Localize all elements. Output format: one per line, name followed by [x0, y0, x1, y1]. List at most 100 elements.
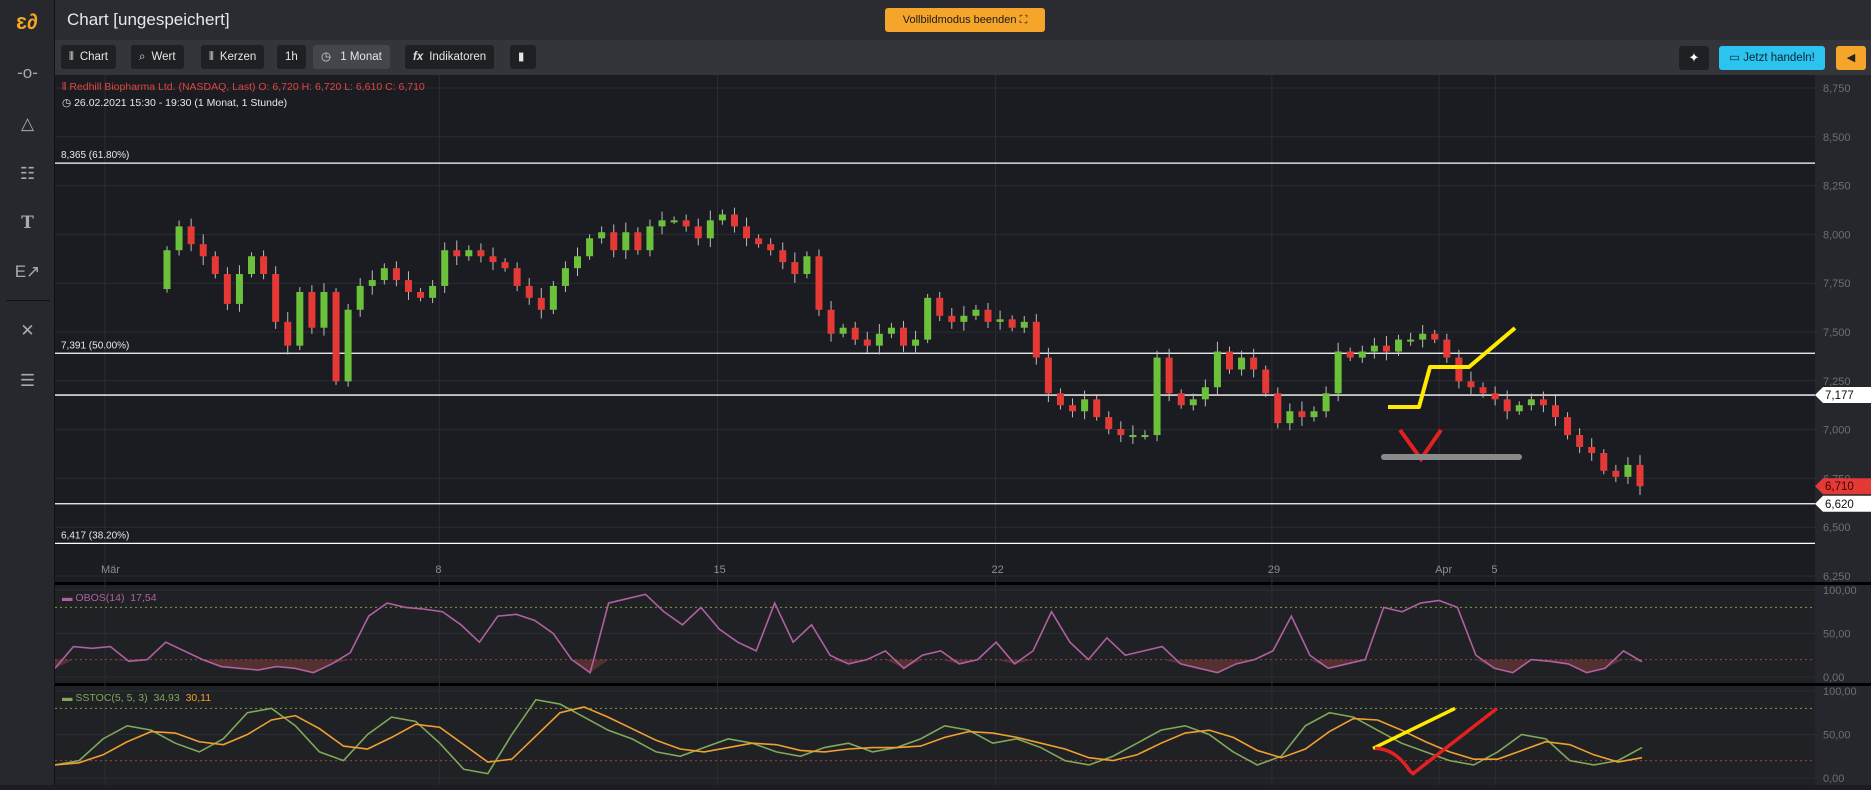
- trade-now-button[interactable]: ▭ Jetzt handeln!: [1719, 46, 1825, 70]
- layout-icon[interactable]: ☰: [0, 366, 55, 396]
- y-tick-label: 7,750: [1823, 278, 1851, 290]
- kerzen-button[interactable]: ⫴ Kerzen: [201, 45, 265, 69]
- panel-separator: [55, 683, 1871, 686]
- annotate-icon[interactable]: E↗: [0, 257, 55, 287]
- candle: [1274, 387, 1282, 429]
- candle-body: [392, 268, 400, 281]
- candle-body: [296, 291, 304, 346]
- wert-label: Wert: [151, 51, 176, 63]
- y-tick-label: 50,00: [1823, 730, 1851, 742]
- x-tick-label: 29: [1268, 564, 1280, 576]
- fib-level-label: 7,391 (50.00%): [61, 340, 129, 351]
- candle-body: [175, 226, 183, 251]
- candle-body: [1225, 351, 1233, 370]
- candle-body: [1564, 417, 1572, 436]
- tools-icon[interactable]: ✕: [0, 316, 55, 346]
- candle: [272, 266, 280, 329]
- candle-body: [779, 250, 787, 263]
- y-tick-label: 8,250: [1823, 181, 1851, 193]
- bookmark-icon: ▮: [518, 51, 525, 63]
- candle: [163, 246, 171, 293]
- candle-body: [429, 285, 437, 298]
- candle-body: [1358, 351, 1366, 358]
- candle-body: [537, 297, 545, 310]
- candle-body: [1056, 393, 1064, 406]
- candle-body: [682, 220, 690, 227]
- obos-value: 17,54: [130, 592, 157, 604]
- candle-body: [1370, 345, 1378, 352]
- sstoc-panel: [55, 686, 1815, 785]
- chart-label: Chart: [79, 51, 108, 63]
- candle-body: [887, 327, 895, 334]
- candle-body: [815, 256, 823, 310]
- fibonacci-icon[interactable]: ☷: [0, 159, 55, 189]
- candle-body: [1479, 387, 1487, 394]
- triangle-icon[interactable]: △: [0, 109, 55, 139]
- chart-button[interactable]: ⫴ Chart: [61, 45, 116, 69]
- y-tick-label: 7,250: [1823, 376, 1851, 388]
- search-icon: ⌕: [139, 51, 146, 63]
- indikatoren-button[interactable]: fx Indikatoren: [405, 45, 495, 69]
- candle-body: [755, 238, 763, 245]
- candle-body: [549, 285, 557, 310]
- candle-body: [1527, 399, 1535, 406]
- obos-title: OBOS(14): [75, 592, 125, 604]
- chart-svg[interactable]: 8,750 8,500 8,250 8,000 7,750 7,500 7,250 7,000…: [54, 75, 1871, 785]
- interval-button[interactable]: 1h: [277, 45, 306, 69]
- candle-body: [404, 280, 412, 292]
- candle: [344, 303, 352, 387]
- candle-body: [489, 256, 497, 263]
- candle-body: [634, 232, 642, 251]
- candle-body: [1177, 393, 1185, 406]
- timestamp-text: 26.02.2021 15:30 - 19:30 (1 Monat, 1 Stu…: [74, 97, 288, 109]
- horizontal-line-icon[interactable]: -o-: [0, 58, 55, 88]
- candle-body: [441, 250, 449, 286]
- candle-body: [912, 339, 920, 346]
- candle: [332, 288, 340, 385]
- bookmark-button[interactable]: ▮: [510, 45, 536, 69]
- candle-body: [1069, 405, 1077, 412]
- candle-body: [1322, 393, 1330, 412]
- candle-body: [1105, 417, 1113, 430]
- chart-area[interactable]: 8,750 8,500 8,250 8,000 7,750 7,500 7,250 7,000…: [54, 75, 1871, 785]
- candle-body: [598, 232, 606, 239]
- wert-button[interactable]: ⌕ Wert: [131, 45, 184, 69]
- magic-icon[interactable]: ✦: [1679, 46, 1709, 70]
- collapse-panel-button[interactable]: ◀: [1836, 46, 1866, 70]
- candle-body: [706, 220, 714, 239]
- candle-body: [260, 256, 268, 275]
- candle-body: [875, 333, 883, 346]
- y-tick-label: 100,00: [1823, 686, 1857, 698]
- sstoc-d-value: 30,11: [185, 692, 212, 704]
- candle-body: [1141, 435, 1149, 438]
- range-button[interactable]: ◷ 1 Monat: [313, 45, 390, 69]
- candle-body: [284, 321, 292, 346]
- candle-body: [308, 291, 316, 328]
- candle-body: [574, 256, 582, 269]
- candle-body: [1165, 357, 1173, 394]
- x-tick-label: Mär: [101, 564, 120, 576]
- candle-body: [1636, 464, 1644, 487]
- candle: [308, 285, 316, 334]
- candle-body: [670, 220, 678, 223]
- candle-icon: ⫴: [69, 51, 74, 63]
- y-tick-label: 0,00: [1823, 672, 1844, 684]
- logo[interactable]: ԑ∂: [8, 8, 46, 36]
- instrument-ohlc: Redhill Biopharma Ltd. (NASDAQ, Last) O:…: [69, 81, 425, 93]
- candle-body: [1153, 357, 1161, 436]
- candle-body: [948, 315, 956, 322]
- candle-body: [718, 214, 726, 221]
- candle-body: [803, 256, 811, 275]
- candle-body: [1539, 399, 1547, 406]
- y-tick-label: 100,00: [1823, 585, 1857, 597]
- header: Chart [ungespeichert] Vollbildmodus been…: [55, 0, 1871, 40]
- candle-body: [1117, 429, 1125, 436]
- fullscreen-icon: ⛶: [1019, 14, 1028, 26]
- candle-body: [368, 280, 376, 286]
- price-tag-label: 7,177: [1825, 390, 1854, 402]
- x-tick-label: 22: [992, 564, 1004, 576]
- text-tool-icon[interactable]: T: [0, 208, 55, 238]
- exit-fullscreen-button[interactable]: Vollbildmodus beenden ⛶: [885, 8, 1045, 32]
- candle-body: [1262, 369, 1270, 394]
- candle-body: [1286, 411, 1294, 424]
